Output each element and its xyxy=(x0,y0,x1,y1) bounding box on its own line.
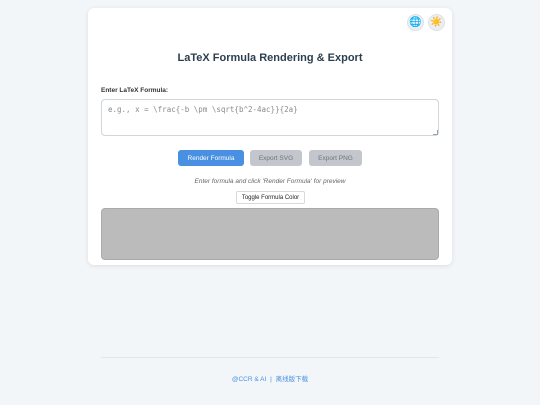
toggle-formula-color-button[interactable]: Toggle Formula Color xyxy=(236,191,305,204)
export-svg-button[interactable]: Export SVG xyxy=(250,150,302,166)
footer-divider xyxy=(101,357,439,358)
render-formula-button[interactable]: Render Formula xyxy=(178,150,244,166)
formula-input-label: Enter LaTeX Formula: xyxy=(101,87,169,94)
export-png-button[interactable]: Export PNG xyxy=(309,150,362,166)
textarea-resize-handle[interactable] xyxy=(433,130,438,135)
footer-link-ccr-ai[interactable]: @CCR & AI xyxy=(232,376,266,383)
theme-sun-icon[interactable]: ☀️ xyxy=(428,14,445,31)
footer-separator: | xyxy=(270,376,272,383)
page-title: LaTeX Formula Rendering & Export xyxy=(177,52,363,64)
language-globe-icon[interactable]: 🌐 xyxy=(407,14,424,31)
preview-hint-text: Enter formula and click 'Render Formula'… xyxy=(194,178,346,185)
footer: @CCR & AI | 离线版下载 xyxy=(0,373,540,383)
formula-input[interactable] xyxy=(101,99,439,136)
footer-link-offline-download[interactable]: 离线版下载 xyxy=(276,376,309,383)
formula-preview-area xyxy=(101,208,439,260)
main-card: 🌐 ☀️ LaTeX Formula Rendering & Export En… xyxy=(88,8,452,265)
